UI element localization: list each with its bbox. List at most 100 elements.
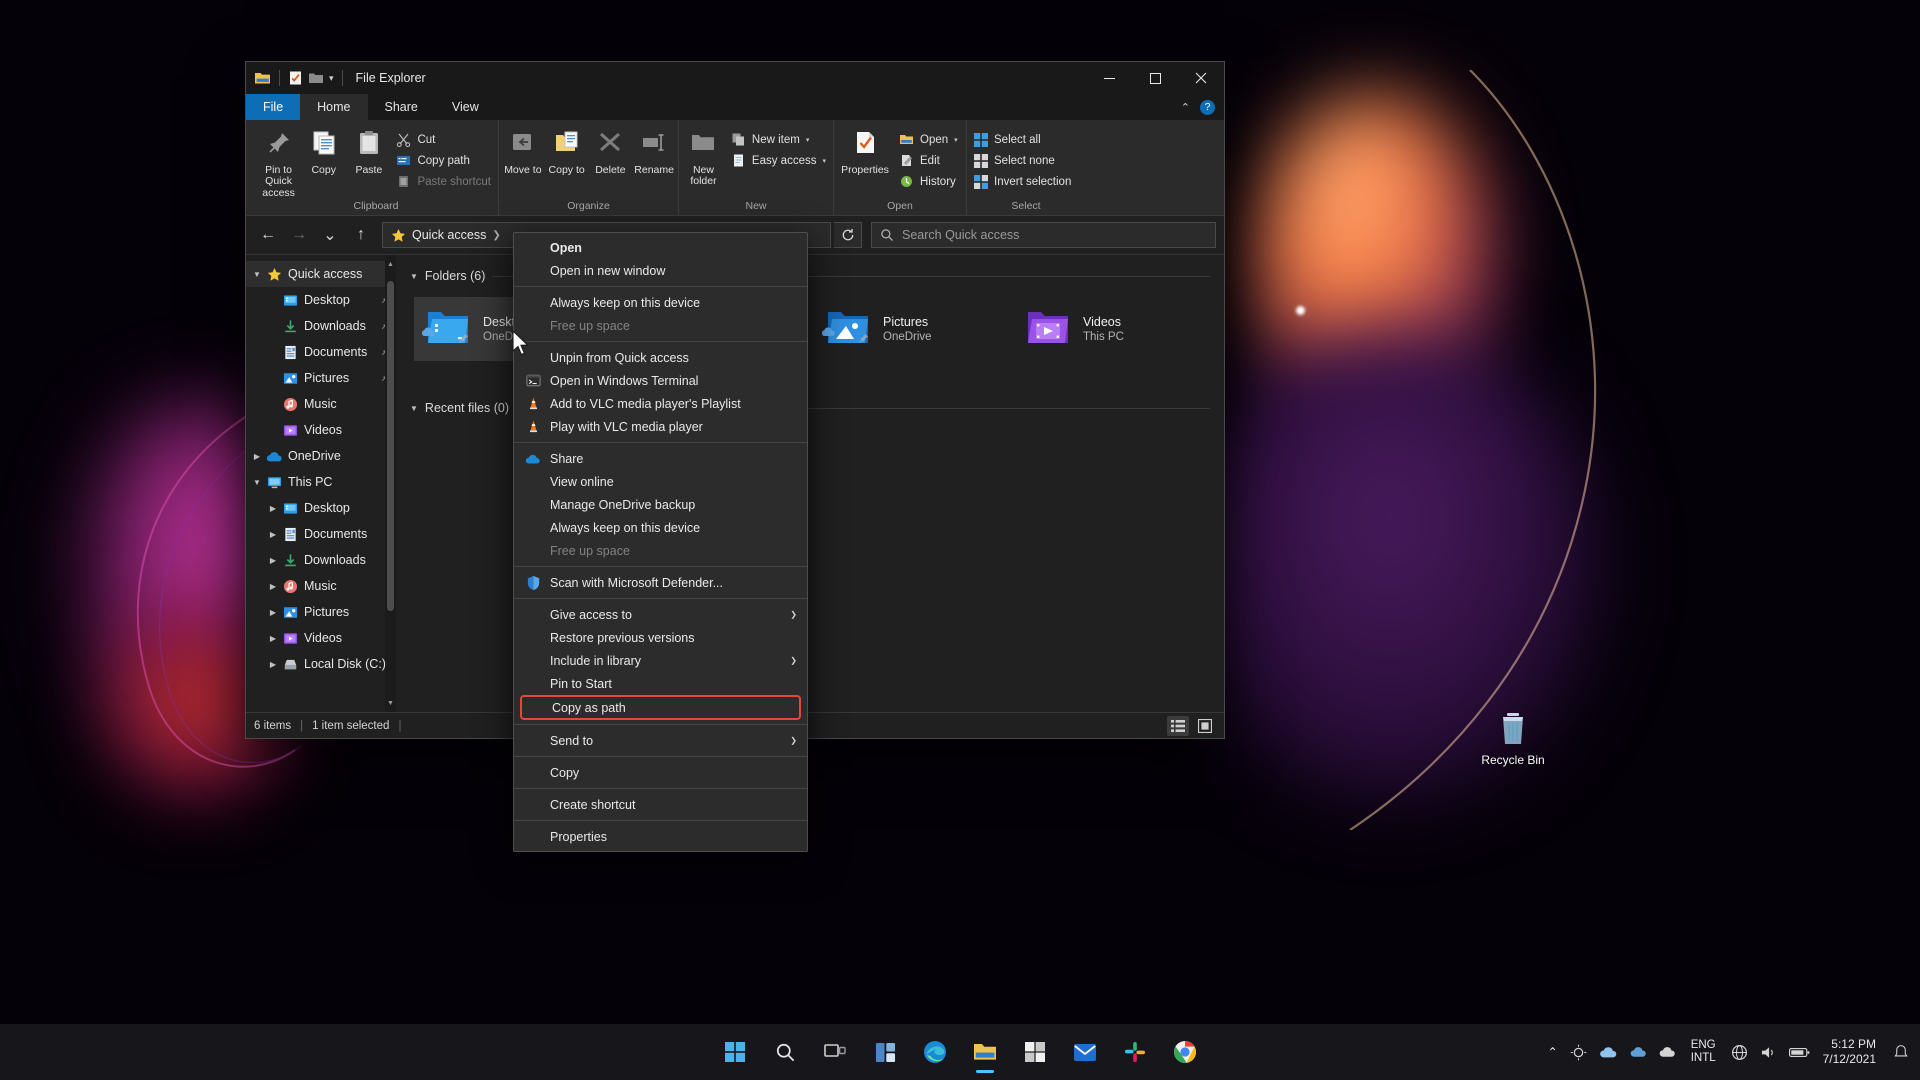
- edge-button[interactable]: [913, 1030, 957, 1074]
- ribbon-rename-button[interactable]: Rename: [632, 124, 676, 176]
- folder-icon[interactable]: [254, 70, 271, 86]
- chevron-right-icon[interactable]: ▶: [265, 504, 281, 513]
- tab-home[interactable]: Home: [300, 94, 368, 120]
- tray-onedrive-sync-icon[interactable]: [1625, 1030, 1652, 1074]
- minimize-button[interactable]: [1086, 62, 1132, 94]
- collapse-ribbon-icon[interactable]: ⌃: [1181, 101, 1190, 114]
- ribbon-select-all-button[interactable]: Select all: [969, 129, 1076, 150]
- tray-weather-icon[interactable]: [1565, 1030, 1592, 1074]
- navigation-scrollbar[interactable]: ▲ ▼: [385, 255, 396, 712]
- tray-onedrive-icon[interactable]: [1594, 1030, 1623, 1074]
- forward-button[interactable]: →: [285, 221, 313, 249]
- context-menu-item-send-to[interactable]: Send to ❯: [514, 729, 807, 752]
- context-menu-item-open-in-new-window[interactable]: Open in new window: [514, 259, 807, 282]
- maximize-button[interactable]: [1132, 62, 1178, 94]
- tray-clock[interactable]: 5:12 PM 7/12/2021: [1817, 1030, 1886, 1074]
- chevron-down-icon[interactable]: ▾: [822, 157, 826, 165]
- slack-button[interactable]: [1113, 1030, 1157, 1074]
- context-menu-item-scan-with-microsoft-defender[interactable]: Scan with Microsoft Defender...: [514, 571, 807, 594]
- tile-videos[interactable]: Videos This PC: [1014, 297, 1214, 361]
- help-icon[interactable]: ?: [1200, 99, 1215, 115]
- tray-onedrive-personal-icon[interactable]: [1654, 1030, 1681, 1074]
- tab-view[interactable]: View: [435, 94, 496, 120]
- context-menu-item-create-shortcut[interactable]: Create shortcut: [514, 793, 807, 816]
- start-button[interactable]: [713, 1030, 757, 1074]
- sidebar-item-downloads[interactable]: Downloads: [246, 313, 396, 339]
- sidebar-item-desktop[interactable]: ▶ Desktop: [246, 495, 396, 521]
- context-menu-item-always-keep-on-this-device[interactable]: Always keep on this device: [514, 291, 807, 314]
- tray-chevron-up-icon[interactable]: ⌃: [1543, 1030, 1563, 1074]
- ribbon-new-item-button[interactable]: New item ▾: [726, 129, 831, 150]
- chrome-button[interactable]: [1163, 1030, 1207, 1074]
- tray-network-icon[interactable]: [1726, 1030, 1753, 1074]
- sidebar-item-onedrive[interactable]: ▶ OneDrive: [246, 443, 396, 469]
- file-explorer-button[interactable]: [963, 1030, 1007, 1074]
- ribbon-copy-button[interactable]: Copy: [301, 124, 346, 176]
- sidebar-item-this-pc[interactable]: ▼ This PC: [246, 469, 396, 495]
- up-button[interactable]: ↑: [347, 221, 375, 249]
- navigation-scrollbar-thumb[interactable]: [387, 281, 394, 611]
- ribbon-history-button[interactable]: History: [894, 171, 963, 192]
- tray-battery-icon[interactable]: [1784, 1030, 1815, 1074]
- chevron-down-icon[interactable]: ▾: [806, 136, 810, 144]
- ribbon-delete-button[interactable]: Delete: [589, 124, 633, 176]
- scroll-down-arrow-icon[interactable]: ▼: [385, 696, 396, 710]
- sidebar-item-music[interactable]: ▶ Music: [246, 573, 396, 599]
- context-menu-item-open[interactable]: Open: [514, 236, 807, 259]
- back-button[interactable]: ←: [254, 221, 282, 249]
- ribbon-cut-button[interactable]: Cut: [391, 129, 496, 150]
- tray-volume-icon[interactable]: [1755, 1030, 1782, 1074]
- submenu-chevron-right-icon[interactable]: ❯: [790, 736, 797, 745]
- context-menu-item-restore-previous-versions[interactable]: Restore previous versions: [514, 626, 807, 649]
- search-input[interactable]: Search Quick access: [871, 222, 1216, 248]
- tray-language-indicator[interactable]: ENG INTL: [1683, 1030, 1724, 1074]
- sidebar-item-desktop[interactable]: Desktop: [246, 287, 396, 313]
- breadcrumb-quick-access[interactable]: Quick access: [387, 228, 490, 243]
- submenu-chevron-right-icon[interactable]: ❯: [790, 656, 797, 665]
- context-menu-item-play-with-vlc-media-player[interactable]: Play with VLC media player: [514, 415, 807, 438]
- chevron-right-icon[interactable]: ▶: [265, 634, 281, 643]
- context-menu-item-always-keep-on-this-device[interactable]: Always keep on this device: [514, 516, 807, 539]
- context-menu-item-add-to-vlc-media-player-s-playlist[interactable]: Add to VLC media player's Playlist: [514, 392, 807, 415]
- context-menu-item-copy-as-path[interactable]: Copy as path: [520, 695, 801, 720]
- ribbon-properties-button[interactable]: Properties: [836, 124, 894, 176]
- chevron-down-icon[interactable]: ▼: [249, 270, 265, 279]
- task-view-button[interactable]: [813, 1030, 857, 1074]
- context-menu-item-manage-onedrive-backup[interactable]: Manage OneDrive backup: [514, 493, 807, 516]
- ribbon-copy-to-button[interactable]: Copy to: [545, 124, 589, 176]
- details-view-button[interactable]: [1167, 715, 1189, 736]
- chevron-down-icon[interactable]: ▼: [410, 404, 418, 413]
- microsoft-store-button[interactable]: [1013, 1030, 1057, 1074]
- chevron-right-icon[interactable]: ▶: [265, 582, 281, 591]
- tab-file[interactable]: File: [246, 94, 301, 120]
- mail-button[interactable]: [1063, 1030, 1107, 1074]
- ribbon-paste-button[interactable]: Paste: [346, 124, 391, 176]
- context-menu-item-unpin-from-quick-access[interactable]: Unpin from Quick access: [514, 346, 807, 369]
- ribbon-pin-to-quick-access-button[interactable]: Pin to Quick access: [256, 124, 301, 199]
- context-menu-item-share[interactable]: Share: [514, 447, 807, 470]
- chevron-right-icon[interactable]: ▶: [265, 556, 281, 565]
- chevron-right-icon[interactable]: ▶: [265, 608, 281, 617]
- breadcrumb-chevron-icon[interactable]: ❯: [490, 230, 502, 241]
- qat-chevron-down-icon[interactable]: ▾: [329, 73, 334, 84]
- sidebar-item-videos[interactable]: ▶ Videos: [246, 625, 396, 651]
- close-button[interactable]: [1178, 62, 1224, 94]
- chevron-right-icon[interactable]: ▶: [265, 530, 281, 539]
- context-menu-item-give-access-to[interactable]: Give access to ❯: [514, 603, 807, 626]
- sidebar-item-documents[interactable]: Documents: [246, 339, 396, 365]
- ribbon-new-folder-button[interactable]: New folder: [681, 124, 726, 188]
- context-menu-item-open-in-windows-terminal[interactable]: Open in Windows Terminal: [514, 369, 807, 392]
- properties-quick-icon[interactable]: [288, 70, 303, 86]
- chevron-down-icon[interactable]: ▾: [954, 136, 958, 144]
- refresh-button[interactable]: [834, 222, 862, 248]
- context-menu-item-include-in-library[interactable]: Include in library ❯: [514, 649, 807, 672]
- new-folder-quick-icon[interactable]: [308, 70, 324, 86]
- tab-share[interactable]: Share: [368, 94, 435, 120]
- chevron-right-icon[interactable]: ▶: [265, 660, 281, 669]
- context-menu-item-copy[interactable]: Copy: [514, 761, 807, 784]
- sidebar-item-downloads[interactable]: ▶ Downloads: [246, 547, 396, 573]
- context-menu-item-pin-to-start[interactable]: Pin to Start: [514, 672, 807, 695]
- recent-locations-button[interactable]: ⌄: [316, 221, 344, 249]
- widgets-button[interactable]: [863, 1030, 907, 1074]
- ribbon-select-none-button[interactable]: Select none: [969, 150, 1076, 171]
